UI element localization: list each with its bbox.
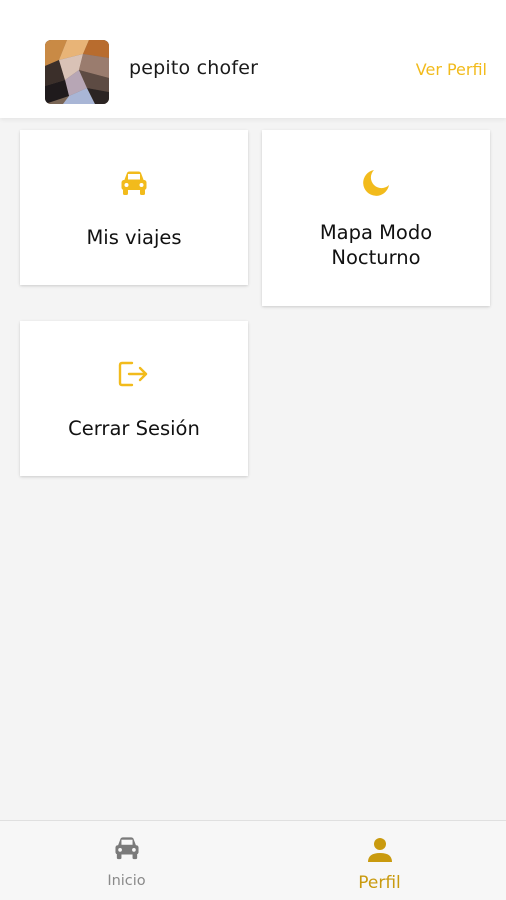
nav-label-perfil: Perfil bbox=[358, 873, 401, 893]
moon-icon bbox=[361, 168, 391, 202]
nav-item-inicio[interactable]: Inicio bbox=[0, 821, 253, 900]
person-icon bbox=[366, 836, 394, 868]
my-trips-card[interactable]: Mis viajes bbox=[20, 130, 248, 285]
nav-item-perfil[interactable]: Perfil bbox=[253, 821, 506, 900]
avatar-image bbox=[45, 40, 109, 104]
avatar[interactable] bbox=[45, 40, 109, 104]
night-mode-map-label-line2: Nocturno bbox=[331, 246, 421, 269]
logout-card[interactable]: Cerrar Sesión bbox=[20, 321, 248, 476]
car-icon bbox=[119, 170, 149, 200]
profile-header: pepito chofer Ver Perfil bbox=[0, 0, 506, 118]
nav-label-inicio: Inicio bbox=[107, 873, 146, 889]
night-mode-map-card[interactable]: Mapa Modo Nocturno bbox=[262, 130, 490, 306]
night-mode-map-label-line1: Mapa Modo bbox=[319, 221, 433, 244]
my-trips-label: Mis viajes bbox=[86, 226, 182, 249]
logout-icon bbox=[118, 359, 150, 393]
logout-label: Cerrar Sesión bbox=[68, 417, 200, 440]
user-name: pepito chofer bbox=[129, 57, 259, 79]
bottom-navigation: Inicio Perfil bbox=[0, 820, 506, 900]
view-profile-link[interactable]: Ver Perfil bbox=[416, 60, 487, 79]
car-icon bbox=[113, 836, 141, 864]
night-mode-map-label: Mapa Modo Nocturno bbox=[262, 220, 490, 270]
